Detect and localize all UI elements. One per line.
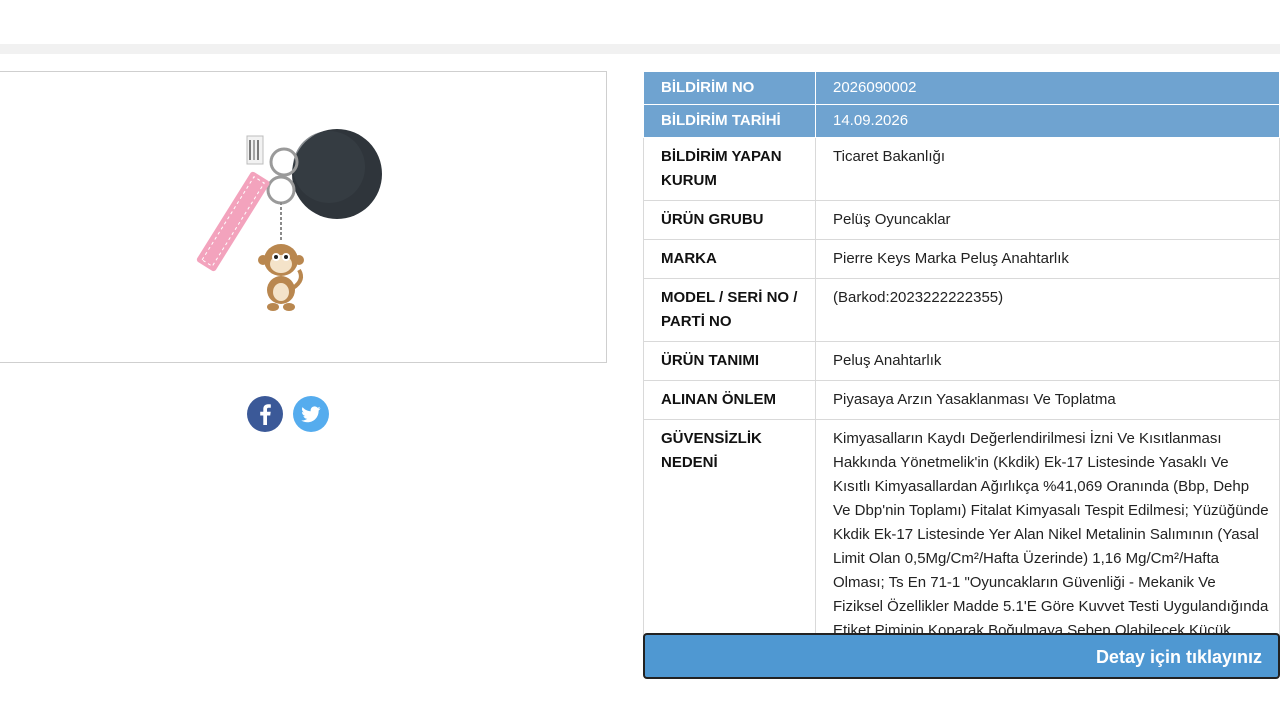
row-label: ÜRÜN TANIMI bbox=[643, 341, 816, 381]
top-divider bbox=[0, 44, 1280, 54]
row-label: BİLDİRİM TARİHİ bbox=[643, 104, 816, 138]
twitter-icon bbox=[301, 406, 321, 423]
social-share-row bbox=[247, 396, 331, 434]
twitter-share-button[interactable] bbox=[293, 396, 329, 432]
row-value: Peluş Anahtarlık bbox=[815, 341, 1280, 381]
facebook-icon bbox=[260, 404, 271, 425]
row-marka: MARKA Pierre Keys Marka Peluş Anahtarlık bbox=[643, 239, 1280, 279]
row-label: MODEL / SERİ NO / PARTİ NO bbox=[643, 278, 816, 342]
product-image[interactable] bbox=[189, 112, 399, 312]
row-model-seri-no: MODEL / SERİ NO / PARTİ NO (Barkod:20232… bbox=[643, 278, 1280, 342]
row-label: ALINAN ÖNLEM bbox=[643, 380, 816, 420]
row-value: 2026090002 bbox=[815, 71, 1280, 105]
row-value: Ticaret Bakanlığı bbox=[815, 137, 1280, 201]
monkey-charm-shape bbox=[258, 244, 304, 311]
product-image-panel bbox=[0, 71, 607, 363]
row-bildirim-tarihi: BİLDİRİM TARİHİ 14.09.2026 bbox=[643, 104, 1280, 138]
detail-button[interactable]: Detay için tıklayınız bbox=[643, 633, 1280, 679]
row-urun-grubu: ÜRÜN GRUBU Pelüş Oyuncaklar bbox=[643, 200, 1280, 240]
facebook-share-button[interactable] bbox=[247, 396, 283, 432]
row-bildirim-yapan-kurum: BİLDİRİM YAPAN KURUM Ticaret Bakanlığı bbox=[643, 137, 1280, 201]
row-label: BİLDİRİM NO bbox=[643, 71, 816, 105]
row-alinan-onlem: ALINAN ÖNLEM Piyasaya Arzın Yasaklanması… bbox=[643, 380, 1280, 420]
top-band bbox=[0, 0, 1280, 44]
row-label: BİLDİRİM YAPAN KURUM bbox=[643, 137, 816, 201]
row-value: (Barkod:2023222222355) bbox=[815, 278, 1280, 342]
row-bildirim-no: BİLDİRİM NO 2026090002 bbox=[643, 71, 1280, 105]
notification-details-table: BİLDİRİM NO 2026090002 BİLDİRİM TARİHİ 1… bbox=[643, 71, 1280, 675]
row-label: MARKA bbox=[643, 239, 816, 279]
row-label: ÜRÜN GRUBU bbox=[643, 200, 816, 240]
row-value: Pierre Keys Marka Peluş Anahtarlık bbox=[815, 239, 1280, 279]
row-value: Pelüş Oyuncaklar bbox=[815, 200, 1280, 240]
key-ring-shape bbox=[269, 147, 299, 177]
row-value: Piyasaya Arzın Yasaklanması Ve Toplatma bbox=[815, 380, 1280, 420]
row-value: 14.09.2026 bbox=[815, 104, 1280, 138]
row-urun-tanimi: ÜRÜN TANIMI Peluş Anahtarlık bbox=[643, 341, 1280, 381]
